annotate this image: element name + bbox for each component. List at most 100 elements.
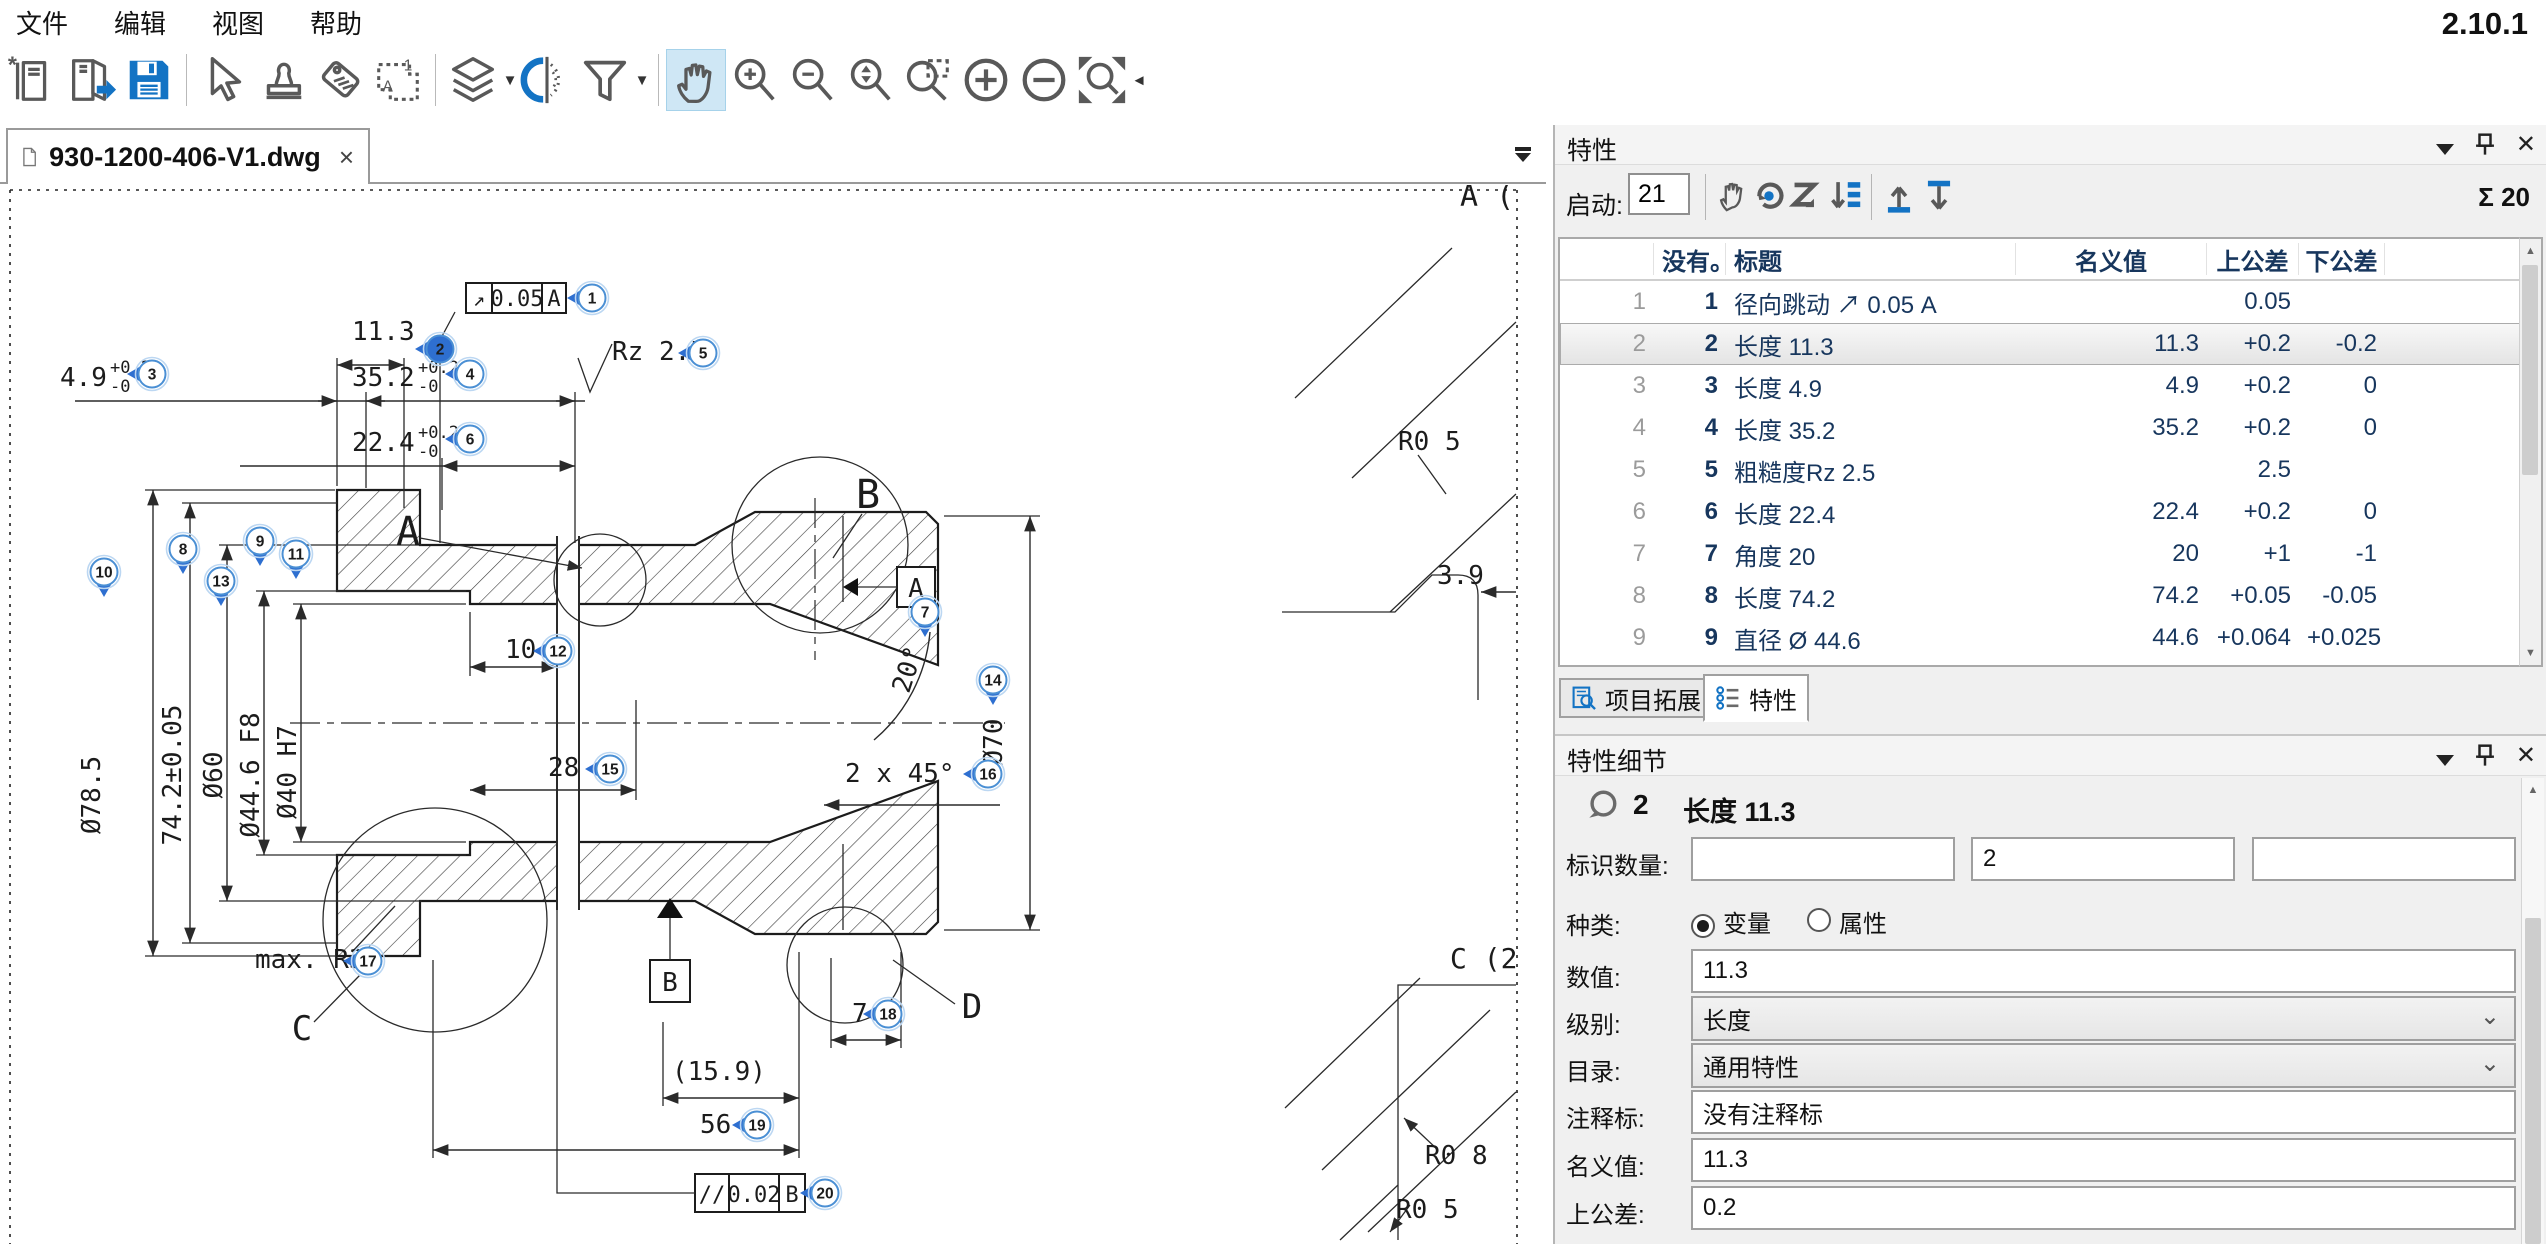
note-label: 注释标: — [1566, 1099, 1645, 1134]
pin-icon[interactable] — [2474, 132, 2496, 158]
pick-hand-icon[interactable] — [1713, 172, 1749, 220]
level-select[interactable]: 长度⌄ — [1691, 996, 2516, 1041]
col-upper[interactable]: 上公差 — [2207, 243, 2299, 275]
balloon-19[interactable]: 19 — [732, 1109, 774, 1142]
radio-attribute[interactable]: 属性 — [1807, 904, 1887, 939]
new-document-button[interactable]: * — [4, 50, 62, 110]
kind-label: 种类: — [1566, 906, 1621, 941]
id-qty-input-2[interactable] — [1971, 837, 2235, 881]
toolbar-collapse-arrow[interactable]: ◄ — [1131, 50, 1147, 110]
svg-text:3: 3 — [148, 367, 157, 384]
balloon-9[interactable]: 9 — [244, 525, 277, 567]
panel-menu-icon[interactable] — [2436, 755, 2454, 766]
panel-close-icon[interactable]: ✕ — [2516, 131, 2536, 159]
value-input[interactable] — [1691, 949, 2516, 993]
dim-label: R0 5 — [1398, 427, 1461, 457]
tab-overflow-icon[interactable] — [1508, 139, 1538, 169]
increase-button[interactable] — [957, 50, 1015, 110]
zoom-in-button[interactable] — [725, 50, 783, 110]
filter-dropdown-arrow[interactable]: ▼ — [634, 50, 650, 110]
menu-help[interactable]: 帮助 — [310, 4, 362, 41]
dim-label: 22.4 — [352, 428, 415, 458]
table-row[interactable]: 77角度 2020+1-1 — [1560, 533, 2540, 575]
layers-dropdown-arrow[interactable]: ▼ — [502, 50, 518, 110]
export-down-icon[interactable] — [1921, 172, 1957, 220]
document-tab[interactable]: 930-1200-406-V1.dwg × — [6, 128, 370, 184]
zoom-fit-button[interactable] — [1073, 50, 1131, 110]
tab-project-explorer[interactable]: 项目拓展 — [1559, 678, 1713, 718]
chevron-down-icon: ⌄ — [2480, 1049, 2500, 1078]
sort-list-icon[interactable] — [1827, 172, 1863, 220]
table-row[interactable]: 22长度 11.311.3+0.2-0.2 — [1560, 323, 2540, 365]
menu-edit[interactable]: 编辑 — [114, 4, 166, 41]
table-row[interactable]: 33长度 4.94.9+0.20 — [1560, 365, 2540, 407]
import-up-icon[interactable] — [1881, 172, 1917, 220]
open-document-button[interactable] — [62, 50, 120, 110]
table-row[interactable]: 55粗糙度Rz 2.52.5 — [1560, 449, 2540, 491]
catalog-select[interactable]: 通用特性⌄ — [1691, 1043, 2516, 1088]
layers-button[interactable] — [444, 50, 502, 110]
menu-file[interactable]: 文件 — [16, 4, 68, 41]
balloon-20[interactable]: 20 — [800, 1177, 842, 1210]
col-title[interactable]: 标题 — [1726, 243, 2016, 275]
table-scrollbar[interactable]: ▲ ▼ — [2519, 237, 2543, 667]
svg-text:14: 14 — [984, 673, 1002, 690]
pin-icon[interactable] — [2474, 743, 2496, 769]
scroll-down-icon[interactable]: ▼ — [2520, 641, 2541, 665]
tag-button[interactable] — [311, 50, 369, 110]
balloon-18[interactable]: 18 — [863, 998, 905, 1031]
balloon-1[interactable]: 1 — [567, 282, 609, 315]
scroll-up-icon[interactable]: ▲ — [2520, 239, 2541, 263]
panel-menu-icon[interactable] — [2436, 144, 2454, 155]
balloon-13[interactable]: 13 — [205, 565, 238, 607]
zoom-dynamic-button[interactable] — [841, 50, 899, 110]
table-row[interactable]: 66长度 22.422.4+0.20 — [1560, 491, 2540, 533]
scroll-up-icon[interactable]: ▲ — [2522, 778, 2544, 802]
radio-variable[interactable]: 变量 — [1691, 904, 1771, 939]
table-row[interactable]: 88长度 74.274.2+0.05-0.05 — [1560, 575, 2540, 617]
tab-properties[interactable]: 特性 — [1703, 674, 1809, 722]
table-row[interactable]: 11径向跳动 ↗ 0.05 A0.05 — [1560, 281, 2540, 323]
col-lower[interactable]: 下公差 — [2299, 243, 2385, 275]
zoom-out-button[interactable] — [783, 50, 841, 110]
table-row[interactable]: 44长度 35.235.2+0.20 — [1560, 407, 2540, 449]
id-qty-input-1[interactable] — [1691, 837, 1955, 881]
menu-view[interactable]: 视图 — [212, 4, 264, 41]
drawing-canvas[interactable]: ↗ 0.05 A // 0.02 B A B — [0, 185, 1546, 1244]
start-input[interactable] — [1628, 173, 1690, 215]
note-input[interactable] — [1691, 1090, 2516, 1134]
svg-text:20: 20 — [816, 1186, 833, 1203]
table-row[interactable]: 99直径 Ø 44.644.6+0.064+0.025 — [1560, 617, 2540, 659]
balloon-14[interactable]: 14 — [977, 664, 1010, 706]
panel-close-icon[interactable]: ✕ — [2516, 742, 2536, 770]
pan-hand-button[interactable] — [667, 50, 725, 110]
zoom-window-button[interactable] — [899, 50, 957, 110]
project-explorer-icon — [1571, 685, 1597, 711]
col-no[interactable]: 没有。 — [1654, 243, 1726, 275]
decrease-button[interactable] — [1015, 50, 1073, 110]
save-button[interactable] — [120, 50, 178, 110]
select-cursor-button[interactable] — [195, 50, 253, 110]
balloon-8[interactable]: 8 — [167, 533, 200, 575]
balloon-markers[interactable]: 1234567891011121314151617181920 — [88, 282, 1010, 1210]
svg-text:2: 2 — [436, 342, 445, 359]
upper-tol-input[interactable] — [1691, 1186, 2516, 1230]
col-nominal[interactable]: 名义值 — [2016, 243, 2207, 275]
right-panel: 特性 ✕ 启动: — [1553, 125, 2546, 1244]
nominal-input[interactable] — [1691, 1138, 2516, 1182]
z-order-icon[interactable] — [1789, 172, 1825, 220]
upper-tol-label: 上公差: — [1566, 1195, 1645, 1230]
id-qty-input-3[interactable] — [2252, 837, 2516, 881]
svg-text:0.02: 0.02 — [728, 1183, 781, 1208]
properties-list-icon — [1715, 685, 1741, 711]
balloon-marquee-button[interactable]: 1A — [369, 50, 427, 110]
balloon-15[interactable]: 15 — [585, 753, 627, 786]
details-scrollbar[interactable]: ▲ — [2521, 778, 2544, 1244]
stamp-button[interactable] — [253, 50, 311, 110]
balloon-11[interactable]: 11 — [280, 538, 313, 580]
filter-button[interactable] — [576, 50, 634, 110]
balloon-10[interactable]: 10 — [88, 556, 121, 598]
renumber-icon[interactable] — [1751, 172, 1787, 220]
tab-close-icon[interactable]: × — [339, 142, 354, 173]
mirror-flip-button[interactable] — [518, 50, 576, 110]
